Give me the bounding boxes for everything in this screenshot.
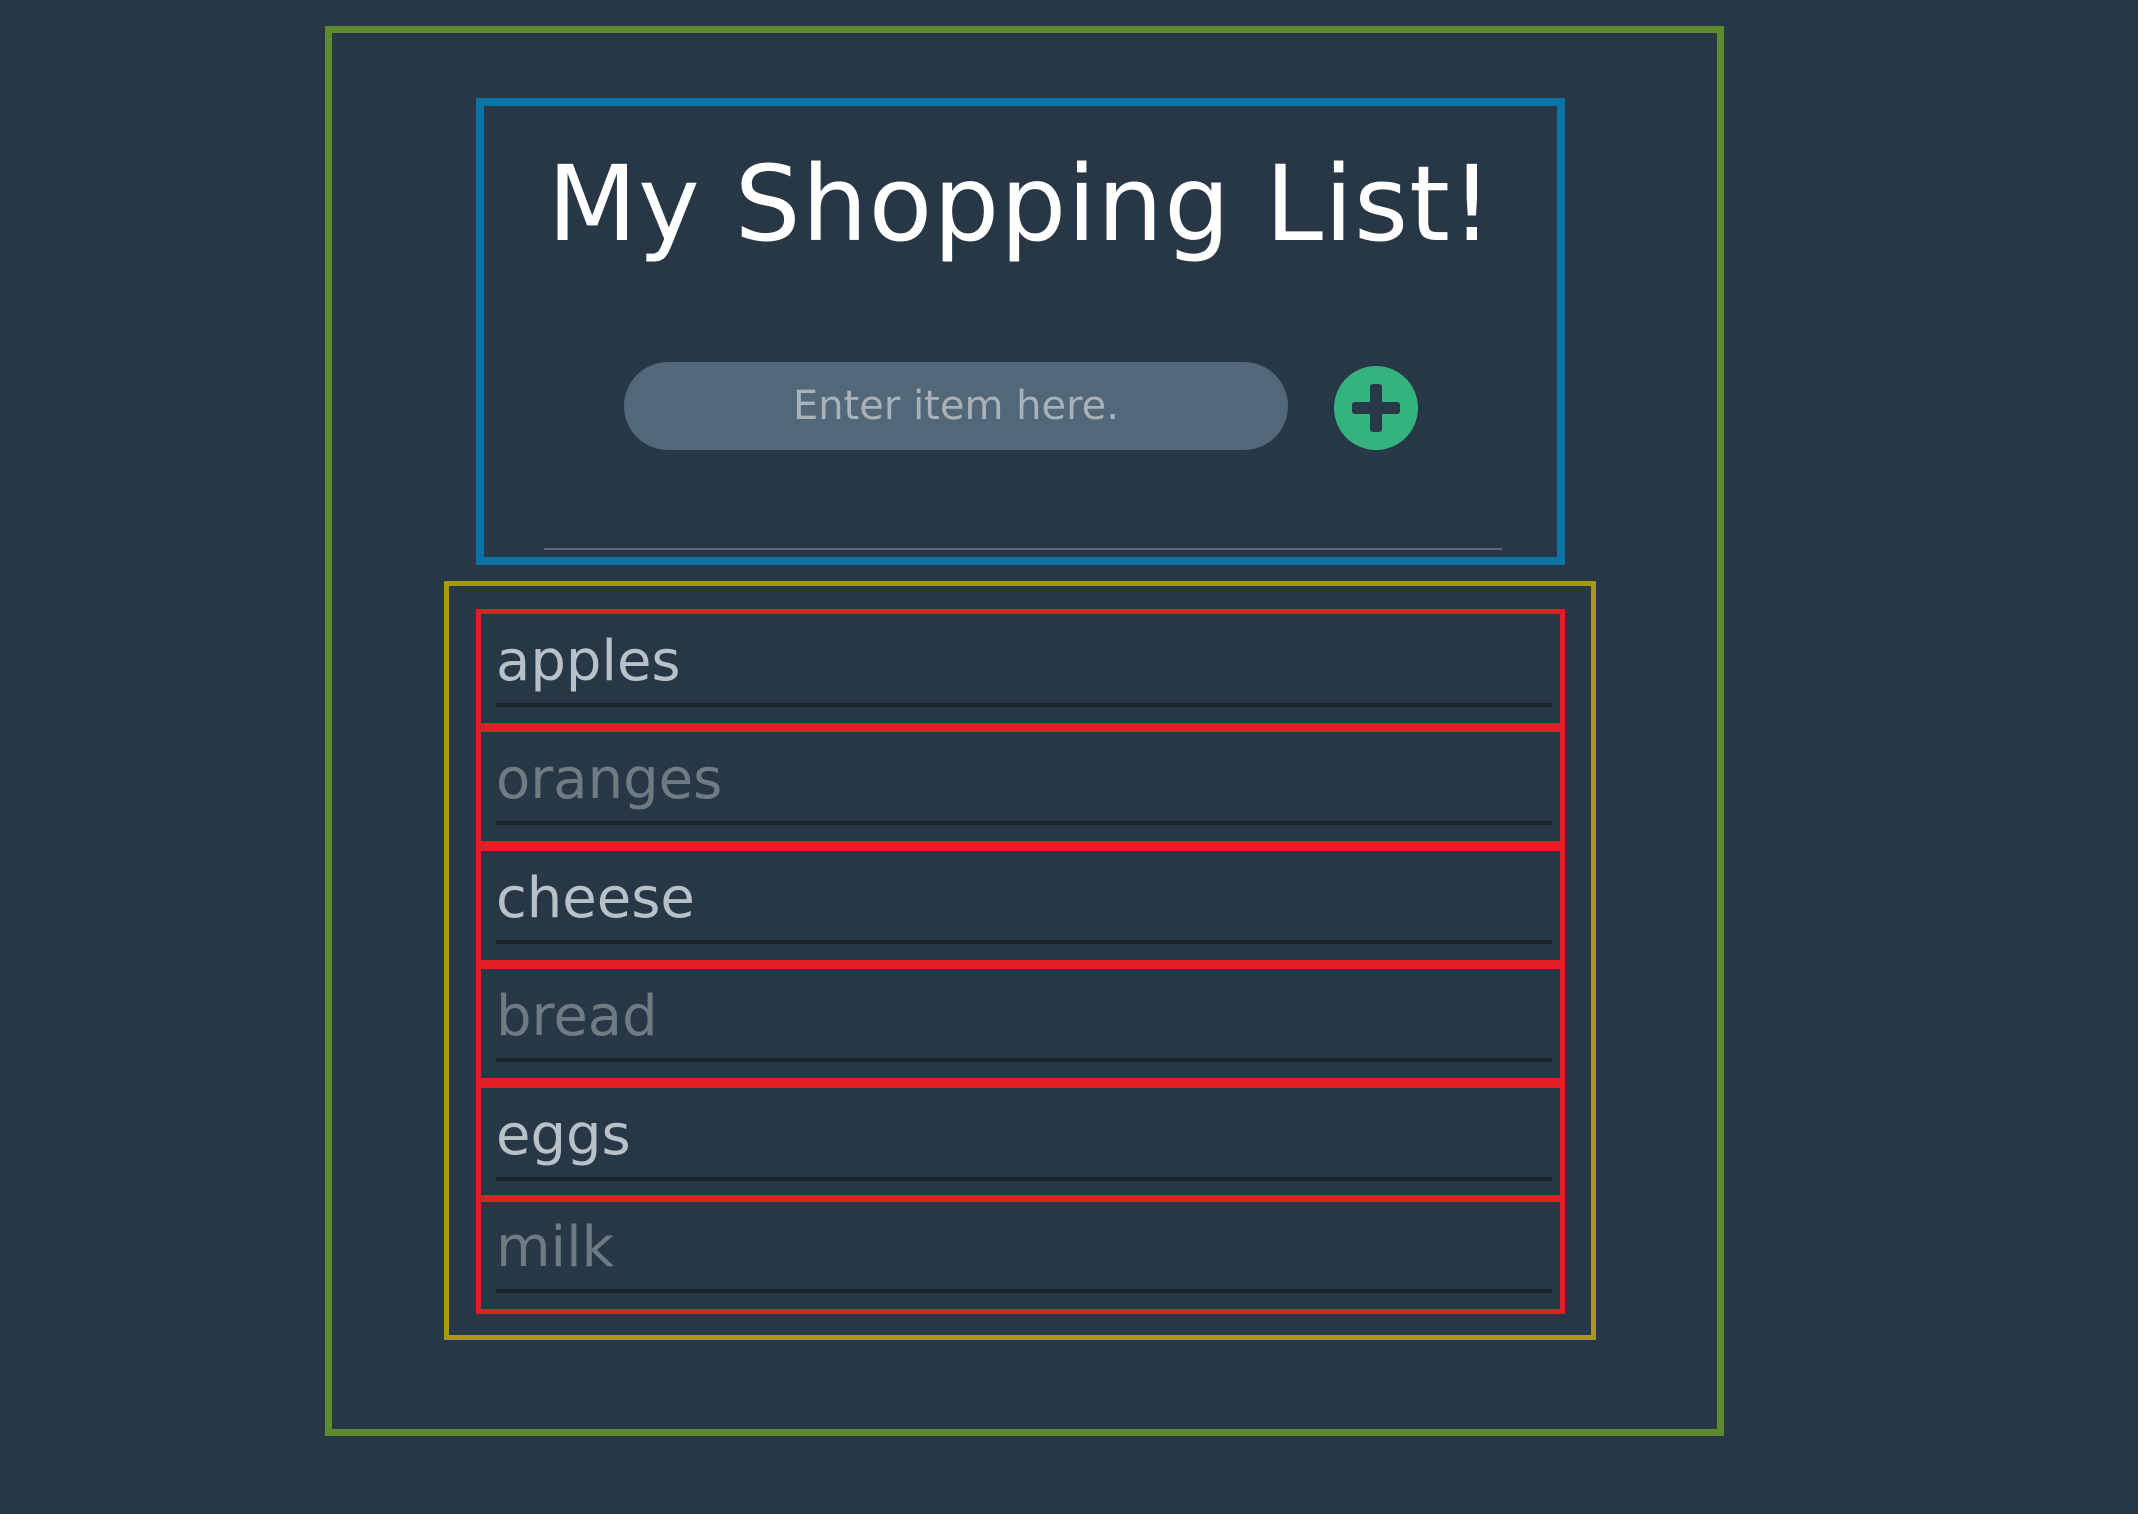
add-item-row: [484, 362, 1557, 452]
page-title: My Shopping List!: [547, 143, 1494, 265]
item-divider: [496, 940, 1552, 944]
list-item-label: oranges: [496, 747, 723, 812]
list-item[interactable]: milk: [476, 1195, 1565, 1314]
list-item-label: bread: [496, 984, 658, 1049]
list-item[interactable]: eggs: [476, 1083, 1565, 1202]
item-divider: [496, 1289, 1552, 1293]
list-item-label: eggs: [496, 1103, 631, 1168]
list-item-label: cheese: [496, 866, 695, 931]
add-item-button[interactable]: [1334, 366, 1418, 450]
plus-icon: [1352, 384, 1400, 432]
list-item-label: apples: [496, 629, 681, 694]
item-divider: [496, 1058, 1552, 1062]
list-item[interactable]: apples: [476, 609, 1565, 728]
header-divider: [544, 548, 1502, 550]
list-item-label: milk: [496, 1215, 615, 1280]
list-item[interactable]: oranges: [476, 727, 1565, 846]
list-item[interactable]: cheese: [476, 846, 1565, 965]
item-input[interactable]: [624, 362, 1288, 450]
item-divider: [496, 703, 1552, 707]
header-section: My Shopping List!: [476, 98, 1565, 565]
item-divider: [496, 1177, 1552, 1181]
item-divider: [496, 821, 1552, 825]
list-item[interactable]: bread: [476, 964, 1565, 1083]
